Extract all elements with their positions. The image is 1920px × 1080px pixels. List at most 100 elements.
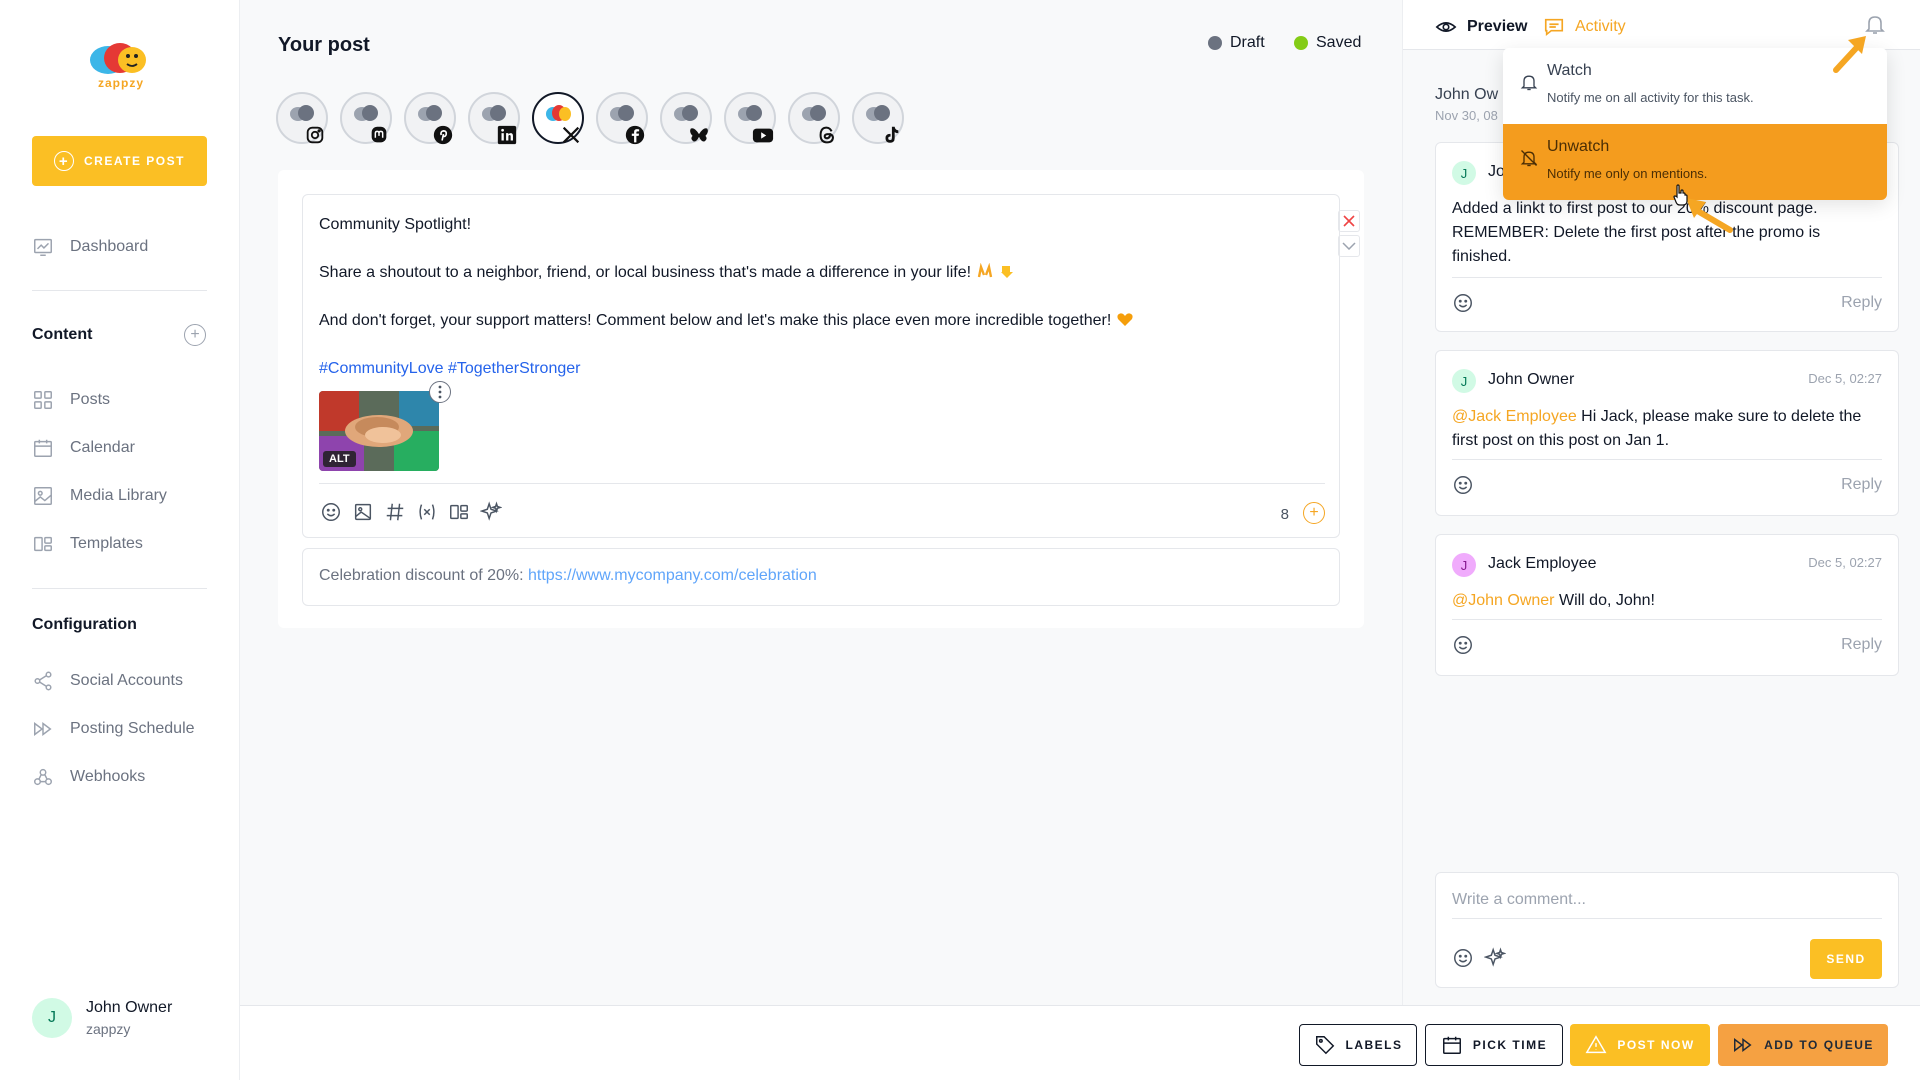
comment-author: John Owner	[1488, 371, 1575, 388]
threads-icon	[814, 122, 840, 148]
grid-icon	[34, 391, 52, 409]
editor-card: Community Spotlight! Share a shoutout to…	[278, 170, 1364, 628]
comment-date: Dec 5, 02:27	[1808, 371, 1882, 386]
post-content[interactable]: Community Spotlight! Share a shoutout to…	[319, 213, 1134, 381]
sidebar-item-webhooks[interactable]: Webhooks	[32, 762, 145, 792]
image-more-options-icon[interactable]	[429, 381, 451, 403]
comment-icon	[1544, 18, 1564, 37]
emoji-icon[interactable]	[1452, 947, 1474, 969]
reply-button[interactable]: Reply	[1841, 476, 1882, 494]
post-line-with-emoji: And don't forget, your support matters! …	[319, 309, 1134, 333]
create-post-label: CREATE POST	[84, 154, 185, 168]
page-title: Your post	[278, 34, 370, 56]
tab-preview[interactable]: Preview	[1435, 16, 1527, 38]
draft-status: Draft	[1208, 34, 1265, 52]
instagram-icon	[302, 122, 328, 148]
sidebar-item-label: Calendar	[70, 439, 135, 456]
channel-youtube[interactable]	[724, 92, 776, 144]
comment-card: J John Owner Dec 5, 02:27 @Jack Employee…	[1435, 350, 1899, 516]
account-avatar-icon	[738, 105, 762, 121]
character-count: 8	[1280, 506, 1289, 523]
fast-forward-icon	[34, 722, 52, 736]
channel-instagram[interactable]	[276, 92, 328, 144]
emoji-reaction-icon[interactable]	[1452, 474, 1474, 496]
mention-link[interactable]: @Jack Employee	[1452, 408, 1577, 425]
template-insert-icon[interactable]	[447, 500, 471, 524]
account-avatar-icon	[354, 105, 378, 121]
alt-text-tag[interactable]: ALT	[323, 451, 356, 467]
avatar: J	[1452, 369, 1476, 393]
channel-facebook[interactable]	[596, 92, 648, 145]
comment-text: Will do, John!	[1554, 592, 1655, 609]
create-post-button[interactable]: + CREATE POST	[32, 136, 207, 186]
variable-icon[interactable]	[415, 500, 439, 524]
channel-threads[interactable]	[788, 92, 840, 144]
post-line: And don't forget, your support matters! …	[319, 312, 1112, 329]
comment-input[interactable]	[1452, 889, 1882, 919]
sidebar-item-posts[interactable]: Posts	[32, 385, 110, 415]
reply-button[interactable]: Reply	[1841, 294, 1882, 312]
bottom-action-bar: LABELS PICK TIME POST NOW ADD TO QUEUE	[240, 1005, 1920, 1080]
ai-sparkle-icon[interactable]	[479, 500, 503, 524]
warning-icon	[1585, 1035, 1607, 1054]
webhook-icon	[34, 768, 52, 786]
comment-date: Dec 5, 02:27	[1808, 555, 1882, 570]
sidebar-item-calendar[interactable]: Calendar	[32, 433, 135, 463]
sidebar-item-templates[interactable]: Templates	[32, 529, 143, 559]
emoji-reaction-icon[interactable]	[1452, 292, 1474, 314]
first-comment-link[interactable]: https://www.mycompany.com/celebration	[528, 567, 817, 584]
channel-mastodon[interactable]	[340, 92, 392, 144]
post-now-button[interactable]: POST NOW	[1570, 1024, 1710, 1066]
channel-tiktok[interactable]	[852, 92, 904, 144]
mention-link[interactable]: @John Owner	[1452, 592, 1555, 609]
hashtag-icon[interactable]	[383, 500, 407, 524]
add-to-queue-button[interactable]: ADD TO QUEUE	[1718, 1024, 1888, 1066]
post-image-thumbnail[interactable]: ALT	[319, 391, 439, 471]
account-avatar-icon	[674, 105, 698, 121]
channel-linkedin[interactable]	[468, 92, 520, 145]
unwatch-option[interactable]: Unwatch Notify me only on mentions.	[1503, 124, 1887, 200]
sidebar: zappzy + CREATE POST Dashboard Content +…	[0, 0, 240, 1080]
account-avatar-icon	[546, 105, 571, 121]
account-avatar-icon	[418, 105, 442, 121]
channel-x[interactable]	[532, 92, 584, 144]
add-content-button[interactable]: +	[184, 324, 206, 346]
add-post-variant-icon[interactable]: +	[1303, 502, 1325, 524]
post-text-editor[interactable]: Community Spotlight! Share a shoutout to…	[302, 194, 1360, 538]
account-avatar-icon	[802, 105, 826, 121]
comment-author: Jack Employee	[1488, 555, 1597, 572]
chevron-down-icon[interactable]	[1338, 235, 1360, 257]
labels-button[interactable]: LABELS	[1299, 1024, 1417, 1066]
send-comment-button[interactable]: SEND	[1810, 939, 1882, 979]
user-name: John Owner	[86, 999, 173, 1016]
pick-time-button[interactable]: PICK TIME	[1425, 1024, 1563, 1066]
post-editor: Your post Draft Saved Community Spotligh…	[240, 0, 1402, 1005]
emoji-reaction-icon[interactable]	[1452, 634, 1474, 656]
sidebar-item-posting-schedule[interactable]: Posting Schedule	[32, 714, 195, 744]
add-to-queue-label: ADD TO QUEUE	[1764, 1038, 1874, 1052]
image-upload-icon[interactable]	[351, 500, 375, 524]
avatar: J	[1452, 161, 1476, 185]
reply-button[interactable]: Reply	[1841, 636, 1882, 654]
post-hashtags[interactable]: #CommunityLove #TogetherStronger	[319, 357, 1134, 381]
comment-composer: SEND	[1435, 872, 1899, 988]
sidebar-item-media-library[interactable]: Media Library	[32, 481, 167, 511]
tab-activity[interactable]: Activity	[1543, 16, 1626, 38]
divider	[32, 290, 207, 291]
raised-hands-emoji-icon	[977, 263, 992, 278]
channel-pinterest[interactable]	[404, 92, 456, 145]
saved-label: Saved	[1316, 34, 1362, 51]
sidebar-item-dashboard[interactable]: Dashboard	[32, 232, 148, 262]
image-icon	[34, 487, 52, 505]
first-comment-field[interactable]: Celebration discount of 20%: https://www…	[302, 548, 1340, 606]
ai-sparkle-icon[interactable]	[1484, 947, 1506, 969]
emoji-icon[interactable]	[319, 500, 343, 524]
comment-body: @Jack Employee Hi Jack, please make sure…	[1452, 405, 1882, 453]
tab-activity-label: Activity	[1575, 18, 1626, 35]
remove-post-icon[interactable]	[1338, 210, 1360, 232]
post-line: Share a shoutout to a neighbor, friend, …	[319, 264, 972, 281]
channel-bluesky[interactable]	[660, 92, 712, 144]
sidebar-item-social-accounts[interactable]: Social Accounts	[32, 666, 183, 696]
user-profile[interactable]: J John Owner zappzy	[32, 998, 172, 1038]
tag-icon	[1315, 1036, 1334, 1055]
